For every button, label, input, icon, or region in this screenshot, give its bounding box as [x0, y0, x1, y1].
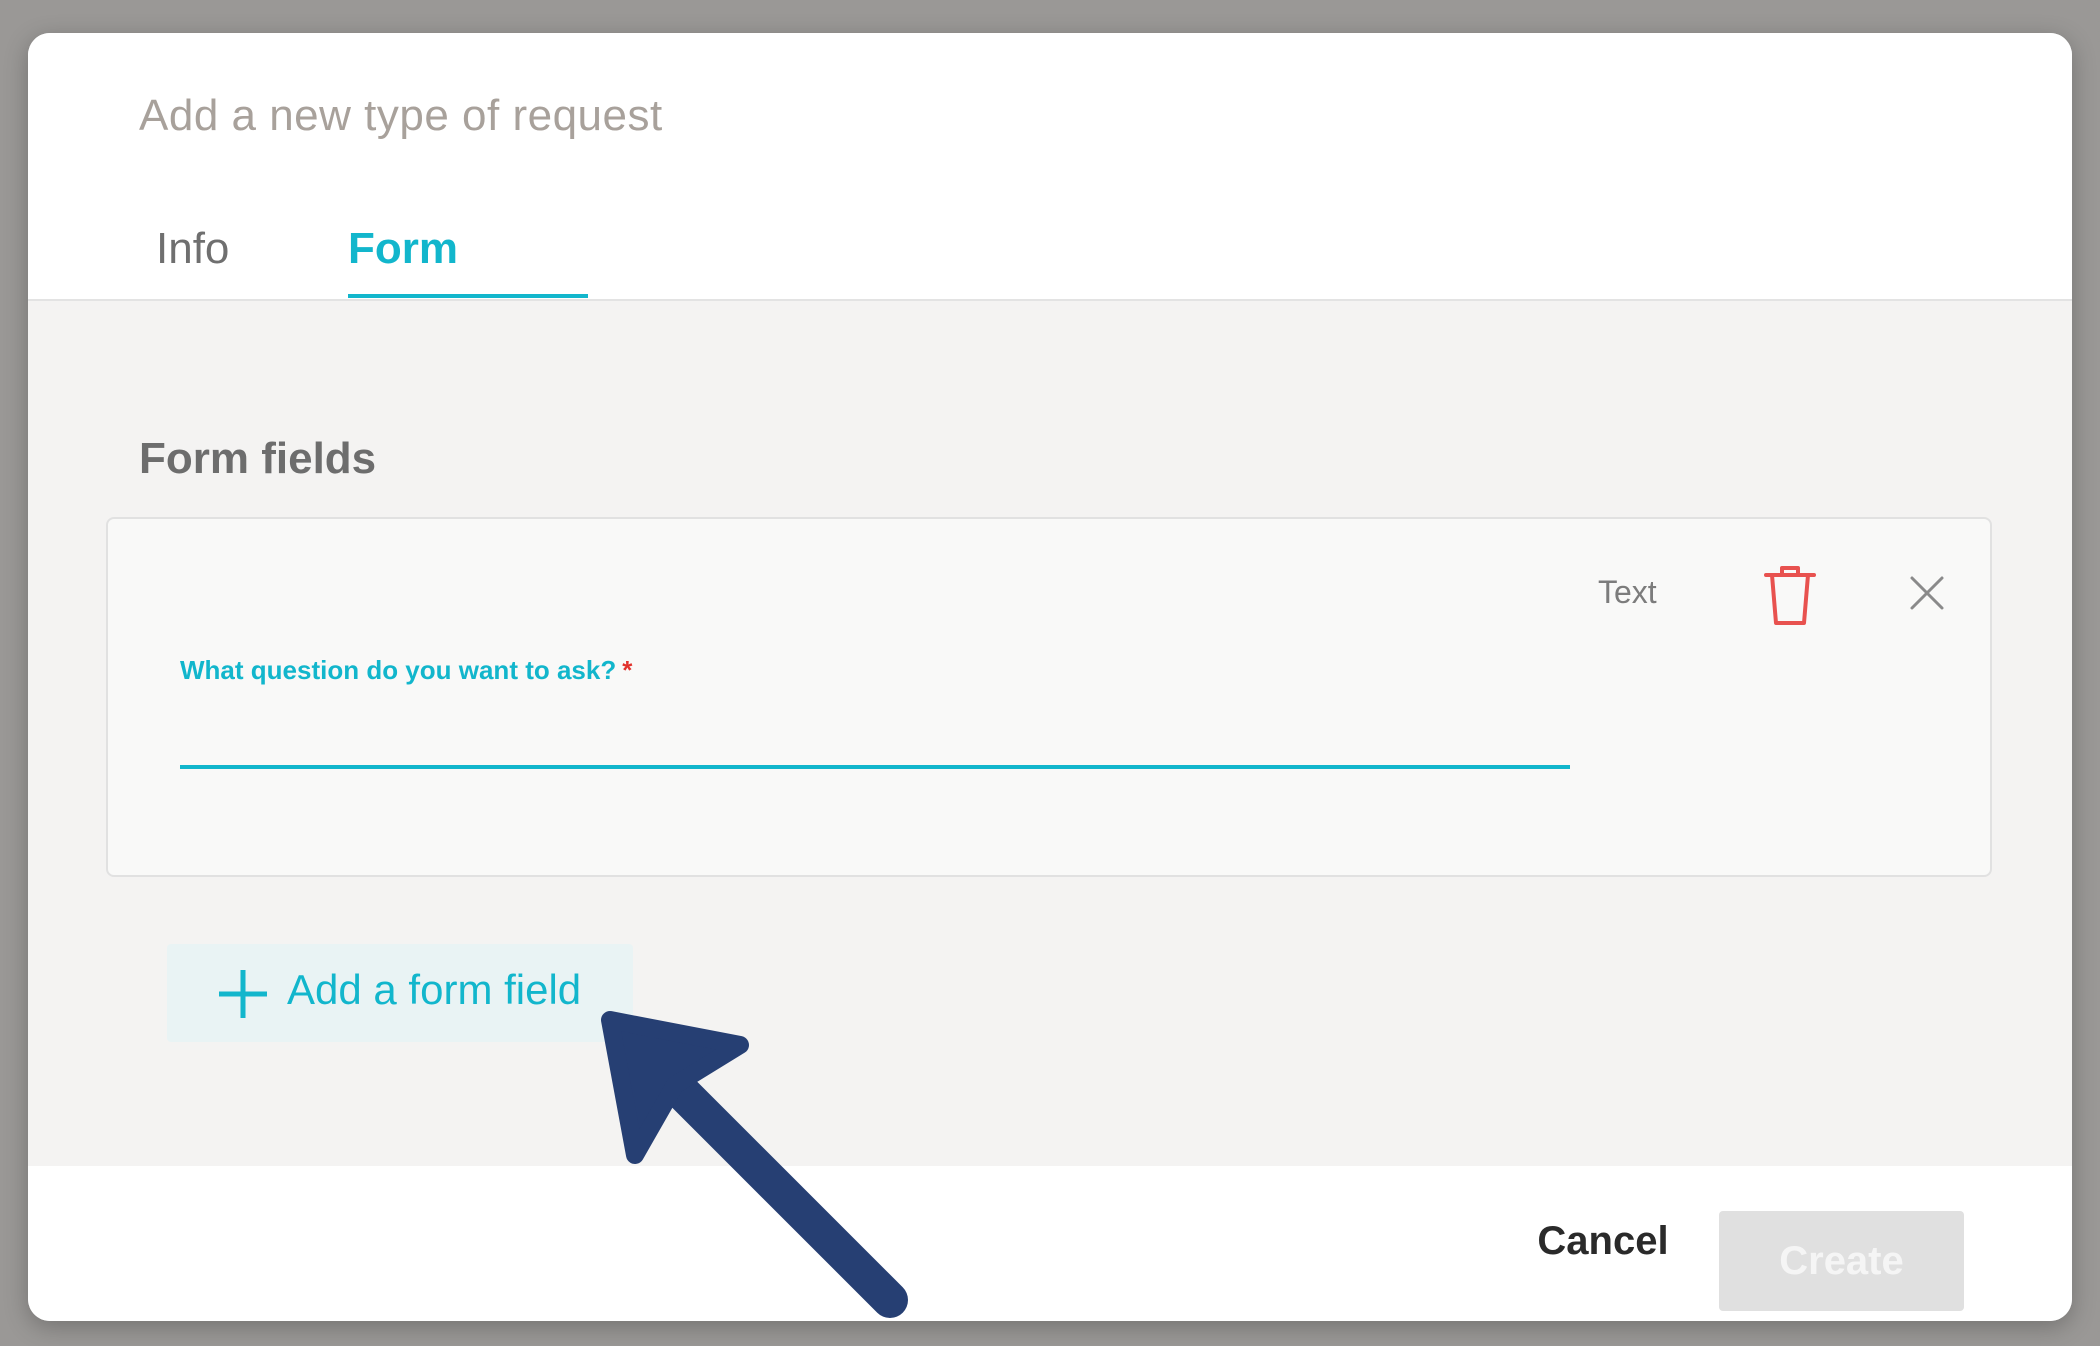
add-form-field-button[interactable]: Add a form field [167, 944, 633, 1042]
active-tab-indicator [348, 294, 588, 298]
dialog-body: Form fields Text What question do you wa… [28, 301, 2072, 1166]
question-input[interactable] [180, 695, 1570, 769]
tab-form[interactable]: Form [348, 219, 458, 279]
plus-icon [219, 970, 267, 1018]
question-field-label: What question do you want to ask? * [180, 655, 632, 686]
form-fields-heading: Form fields [139, 434, 377, 483]
dialog-footer: Cancel Create [28, 1166, 2072, 1321]
tab-info[interactable]: Info [156, 219, 229, 279]
dialog-title: Add a new type of request [139, 91, 663, 140]
dialog-header: Add a new type of request Info Form [28, 33, 2072, 301]
trash-icon[interactable] [1762, 563, 1818, 627]
create-button[interactable]: Create [1719, 1211, 1964, 1311]
question-label-text: What question do you want to ask? [180, 655, 617, 685]
add-form-field-label: Add a form field [287, 966, 582, 1013]
close-icon[interactable] [1909, 575, 1945, 611]
form-field-card: Text What question do you want to ask? * [106, 517, 1992, 877]
add-request-type-dialog: Add a new type of request Info Form Form… [28, 33, 2072, 1321]
field-type-label[interactable]: Text [1598, 574, 1657, 611]
cancel-button[interactable]: Cancel [1518, 1206, 1688, 1276]
required-marker: * [622, 655, 633, 685]
